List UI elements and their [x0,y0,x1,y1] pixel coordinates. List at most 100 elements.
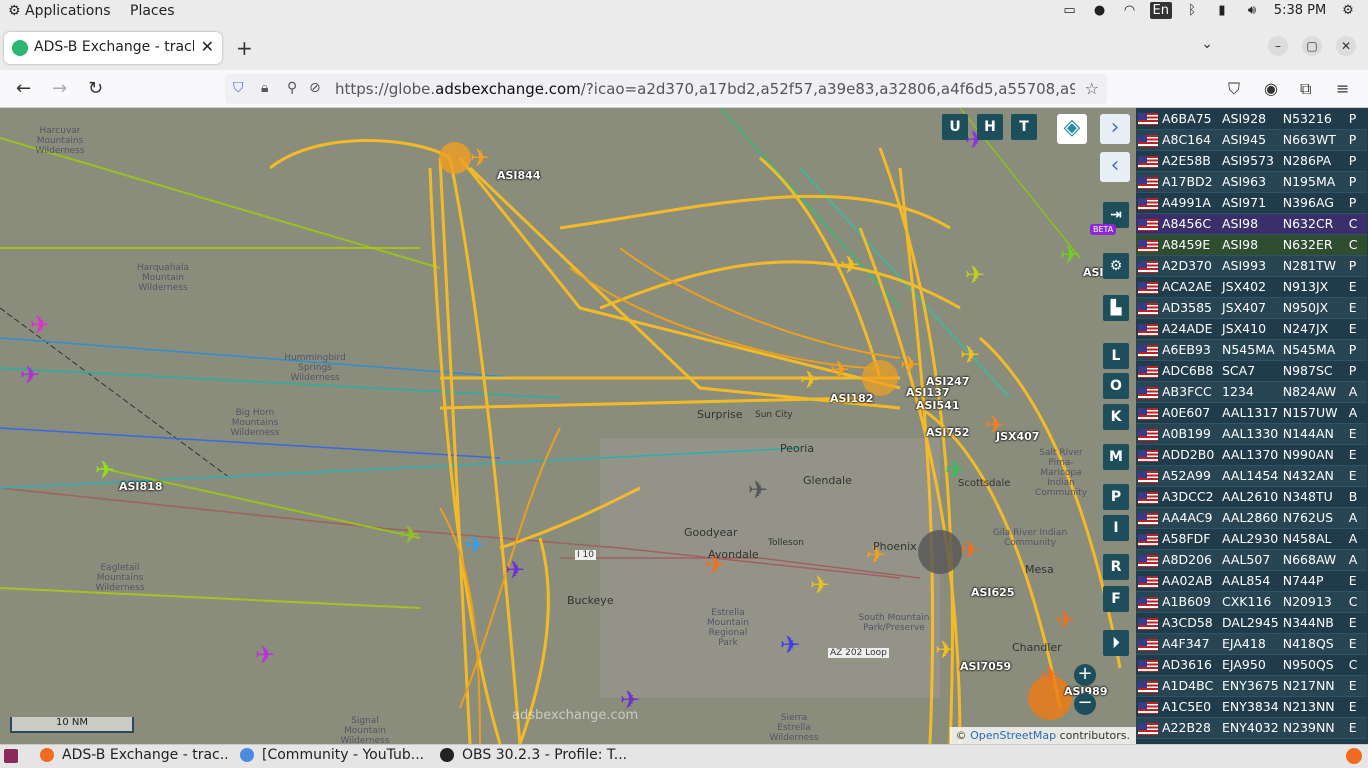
back-button[interactable]: ← [16,78,31,99]
table-row[interactable]: ACA2AE JSX402 N913JX E [1136,276,1367,298]
aircraft-label[interactable]: ASI7059 [960,660,1011,673]
toggle-k-button[interactable]: K [1103,404,1129,430]
minimize-button[interactable]: – [1268,36,1288,56]
aircraft-label[interactable]: JSX407 [996,430,1039,443]
permissions-icon[interactable]: ⚲ [287,80,297,96]
aircraft-label[interactable]: ASI818 [119,480,163,493]
taskbar-item-obs[interactable]: OBS 30.2.3 - Profile: T... [440,747,630,767]
table-row[interactable]: A2D370 ASI993 N281TW P [1136,255,1367,277]
aircraft-label[interactable]: ASI752 [926,426,970,439]
table-row[interactable]: A0B199 AAL1330 N144AN E [1136,423,1367,445]
maximize-button[interactable]: ▢ [1302,36,1322,56]
toggle-l-button[interactable]: L [1103,343,1129,369]
forward-button[interactable]: → [52,78,67,99]
table-row[interactable]: A1D4BC ENY3675 N217NN E [1136,675,1367,697]
zoom-in-button[interactable]: + [1074,664,1096,686]
bluetooth-icon[interactable]: ᛒ [1182,3,1202,18]
table-row[interactable]: AA4AC9 AAL2860 N762US A [1136,507,1367,529]
wifi-icon[interactable]: ◠ [1120,3,1140,18]
no-camera-icon[interactable]: ⊘ [309,80,321,96]
table-row[interactable]: A58FDF AAL2930 N458AL A [1136,528,1367,550]
settings-gear-icon[interactable]: ⚙ [1103,253,1129,279]
table-row[interactable]: ADC6B8 SCA7 N987SC P [1136,360,1367,382]
table-row[interactable]: A4F347 EJA418 N418QS E [1136,633,1367,655]
toggle-r-button[interactable]: R [1103,554,1129,580]
country-flag-icon [1136,717,1160,739]
list-tabs-icon[interactable]: ⌄ [1201,36,1213,52]
layers-icon[interactable]: ◈ [1057,114,1087,144]
zoom-out-button[interactable]: − [1074,693,1096,715]
reload-button[interactable]: ↻ [88,78,103,99]
table-row[interactable]: A8D206 AAL507 N668AW A [1136,549,1367,571]
table-row[interactable]: ADD2B0 AAL1370 N990AN E [1136,444,1367,466]
table-row[interactable]: A17BD2 ASI963 N195MA P [1136,171,1367,193]
firefox-tray-icon[interactable] [1346,748,1362,764]
toggle-u-button[interactable]: U [942,114,968,140]
menu-icon[interactable]: ≡ [1336,79,1349,98]
volume-icon[interactable]: 🔊︎ [1242,3,1262,18]
table-row[interactable]: A24ADE JSX410 N247JX E [1136,318,1367,340]
aircraft-label[interactable]: ASI844 [497,169,541,182]
toggle-t-button[interactable]: T [1011,114,1037,140]
battery-icon[interactable]: ▮ [1212,3,1232,18]
browser-tab-adsb[interactable]: ADS-B Exchange - track a ✕ [4,32,222,64]
table-row[interactable]: A4991A ASI971 N396AG P [1136,192,1367,214]
table-row[interactable]: A1C5E0 ENY3834 N213NN E [1136,696,1367,718]
toggle-h-button[interactable]: H [977,114,1003,140]
table-row[interactable]: A2E58B ASI9573 N286PA P [1136,150,1367,172]
table-row[interactable]: A0E607 AAL1317 N157UW A [1136,402,1367,424]
toggle-i-button[interactable]: I [1103,515,1129,541]
osm-link[interactable]: OpenStreetMap [970,729,1056,742]
table-row[interactable]: A8C164 ASI945 N663WT P [1136,129,1367,151]
table-row[interactable]: AB3FCC 1234 N824AW A [1136,381,1367,403]
bookmark-star-icon[interactable]: ☆ [1085,79,1099,98]
table-row[interactable]: A6EB93 N545MA N545MA P [1136,339,1367,361]
aircraft-label[interactable]: ASI541 [916,399,960,412]
table-row[interactable]: A6BA75 ASI928 N53216 P [1136,108,1367,130]
taskbar-item-chrome[interactable]: [Community - YouTub... [240,747,430,767]
places-menu[interactable]: Places [130,3,175,19]
table-row[interactable]: A3CD58 DAL2945 N344NB E [1136,612,1367,634]
tracking-shield-icon[interactable]: ⛉ [233,80,244,96]
expand-right-icon[interactable]: › [1100,114,1130,144]
table-row[interactable]: A8456C ASI98 N632CR C [1136,213,1367,235]
toggle-o-button[interactable]: O [1103,373,1129,399]
toggle-m-button[interactable]: M [1103,444,1129,470]
applications-menu[interactable]: ⚙ Applications [8,3,111,19]
table-row[interactable]: A52A99 AAL1454 N432AN E [1136,465,1367,487]
settings-icon[interactable]: ⚙ [1338,3,1358,18]
table-row[interactable]: A3DCC2 AAL2610 N348TU B [1136,486,1367,508]
table-row[interactable]: AA02AB AAL854 N744P E [1136,570,1367,592]
table-row[interactable]: A22B28 ENY4032 N239NN E [1136,717,1367,739]
screen-icon[interactable]: ▭ [1060,3,1080,18]
clock[interactable]: 5:38 PM [1272,3,1328,18]
aircraft-label[interactable]: ASI182 [830,392,874,405]
table-row[interactable]: AD3616 EJA950 N950QS C [1136,654,1367,676]
ranking-icon[interactable]: ▙ [1103,295,1129,321]
close-window-button[interactable]: ✕ [1336,36,1356,56]
aircraft-label[interactable]: ASI137 [906,386,950,399]
table-row[interactable]: AD3585 JSX407 N950JX E [1136,297,1367,319]
toggle-p-button[interactable]: P [1103,484,1129,510]
table-row[interactable]: A8459E ASI98 N632ER C [1136,234,1367,256]
table-row[interactable]: A1B609 CXK116 N20913 C [1136,591,1367,613]
collapse-left-icon[interactable]: ‹ [1100,152,1130,182]
pocket-icon[interactable]: ⛉ [1228,79,1240,99]
show-desktop-icon[interactable] [4,749,18,763]
aircraft-label[interactable]: ASI [1083,266,1104,279]
toggle-f-button[interactable]: F [1103,586,1129,612]
icao-cell: ADD2B0 [1160,444,1220,466]
taskbar-item-firefox[interactable]: ADS-B Exchange - trac... [40,747,230,767]
extensions-icon[interactable]: ⧉ [1300,79,1311,99]
new-tab-button[interactable]: + [236,36,253,60]
flight-map[interactable]: ✈ ✈ ✈ ✈ ✈ ✈ ✈ ✈ ✈ ✈ ✈ ✈ ✈ ✈ ✈ ✈ ✈ ✈ ✈ ✈ … [0,108,1136,744]
close-tab-icon[interactable]: ✕ [201,37,214,56]
lock-icon[interactable]: 🔒︎ [261,80,268,96]
account-icon[interactable]: ◉ [1264,79,1278,98]
address-bar[interactable]: ⛉ 🔒︎ ⚲ ⊘ https://globe.adsbexchange.com/… [225,74,1107,104]
replay-icon[interactable]: ⏵ [1103,630,1129,656]
obs-icon[interactable]: ● [1090,3,1110,18]
keyboard-layout[interactable]: En [1149,2,1172,19]
aircraft-label[interactable]: ASI625 [971,586,1015,599]
country-flag-icon [1136,339,1160,361]
